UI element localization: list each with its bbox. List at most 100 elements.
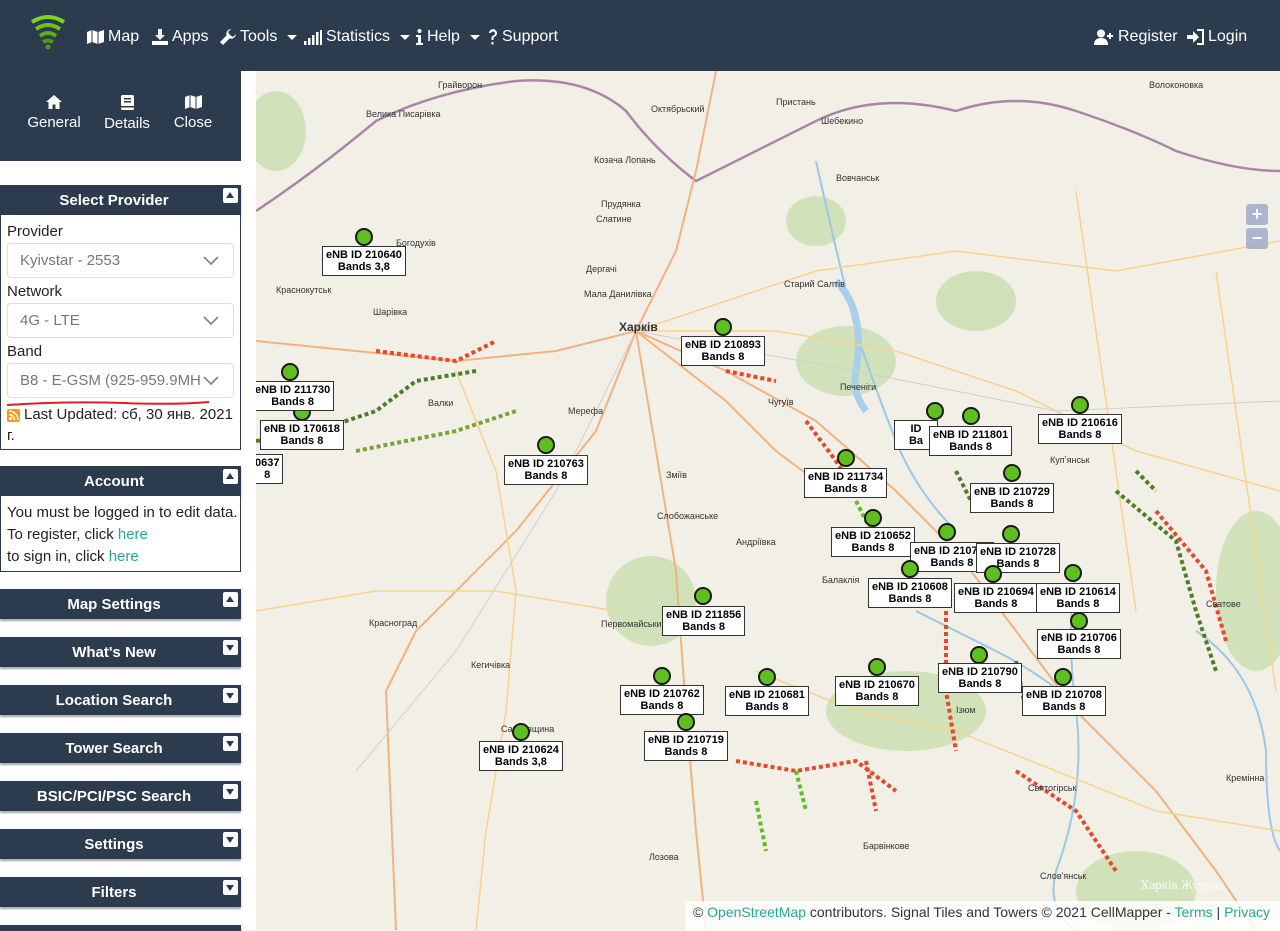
tower-label[interactable]: 0637 8: [256, 454, 284, 484]
expand-toggle-icon[interactable]: [223, 736, 238, 751]
tower-label[interactable]: eNB ID 170618 Bands 8: [260, 420, 344, 450]
tower-marker[interactable]: [512, 723, 530, 741]
tower-label[interactable]: eNB ID 210614 Bands 8: [1036, 583, 1120, 613]
tower-marker[interactable]: [1002, 525, 1020, 543]
tab-close[interactable]: Close: [161, 95, 225, 131]
zoom-out-button[interactable]: −: [1246, 228, 1268, 249]
zoom-in-button[interactable]: +: [1246, 204, 1268, 225]
tower-label[interactable]: eNB ID 210670 Bands 8: [835, 676, 919, 706]
tower-marker[interactable]: [677, 713, 695, 731]
tower-label[interactable]: eNB ID 210694 Bands 8: [954, 583, 1038, 613]
last-updated-text: Last Updated: сб, 30 янв. 2021 г.: [7, 406, 233, 444]
tower-marker[interactable]: [1071, 396, 1089, 414]
tower-search-header[interactable]: Tower Search: [0, 733, 241, 763]
expand-toggle-icon[interactable]: [223, 688, 238, 703]
account-header[interactable]: Account: [0, 466, 241, 496]
tower-marker[interactable]: [962, 407, 980, 425]
select-provider-header[interactable]: Select Provider: [0, 185, 241, 215]
register-here-link[interactable]: here: [118, 526, 148, 543]
map-canvas[interactable]: Грайворон Октябрьский Волоконовка Велика…: [256, 71, 1280, 930]
expand-toggle-icon[interactable]: [223, 880, 238, 895]
tower-marker[interactable]: [1054, 668, 1072, 686]
tower-bands: Bands 8: [1042, 701, 1086, 713]
register-link[interactable]: Register: [1094, 26, 1178, 48]
tower-label[interactable]: eNB ID 210624 Bands 3,8: [479, 741, 563, 771]
nav-apps[interactable]: Apps: [152, 26, 208, 48]
nav-support[interactable]: Support: [488, 26, 558, 48]
nav-statistics[interactable]: Statistics: [304, 26, 411, 48]
tower-label[interactable]: eNB ID 210681 Bands 8: [725, 686, 809, 716]
tower-marker[interactable]: [901, 560, 919, 578]
network-select[interactable]: 4G - LTE: [7, 303, 234, 338]
collapse-toggle-icon[interactable]: [223, 592, 238, 607]
tower-marker[interactable]: [694, 587, 712, 605]
band-select[interactable]: B8 - E-GSM (925-959.9MHz): [7, 363, 234, 398]
tower-id: eNB ID 210670: [839, 679, 915, 691]
tower-label[interactable]: eNB ID 210893 Bands 8: [681, 336, 765, 366]
whats-new-header[interactable]: What's New: [0, 637, 241, 667]
tower-bands: Bands 8: [824, 483, 867, 495]
nav-map[interactable]: Map: [87, 26, 139, 48]
openstreetmap-link[interactable]: OpenStreetMap: [707, 904, 806, 920]
tower-label[interactable]: eNB ID 211856 Bands 8: [662, 606, 746, 636]
expand-toggle-icon[interactable]: [223, 784, 238, 799]
tower-marker[interactable]: [355, 228, 373, 246]
tower-marker[interactable]: [1070, 612, 1088, 630]
login-link[interactable]: Login: [1187, 26, 1247, 48]
expand-toggle-icon[interactable]: [223, 832, 238, 847]
nav-tools[interactable]: Tools: [220, 26, 298, 48]
tower-label[interactable]: eNB ID 210763 Bands 8: [504, 455, 588, 485]
map-settings-title: Map Settings: [67, 596, 161, 613]
tower-label[interactable]: eNB ID 210719 Bands 8: [644, 731, 728, 761]
tower-marker[interactable]: [1003, 464, 1021, 482]
map-settings-header[interactable]: Map Settings: [0, 589, 241, 619]
tower-marker[interactable]: [653, 667, 671, 685]
tower-marker[interactable]: [984, 565, 1002, 583]
tower-marker[interactable]: [926, 402, 944, 420]
location-search-header[interactable]: Location Search: [0, 685, 241, 715]
tower-marker[interactable]: [970, 646, 988, 664]
expand-toggle-icon[interactable]: [223, 640, 238, 655]
tower-label[interactable]: eNB ID 210762 Bands 8: [620, 685, 704, 715]
tower-label[interactable]: eNB ID 210708 Bands 8: [1022, 686, 1106, 716]
tower-label[interactable]: eNB ID 210608 Bands 8: [868, 578, 952, 608]
tower-label[interactable]: eNB ID 210640 Bands 3,8: [322, 246, 406, 276]
tower-marker[interactable]: [714, 318, 732, 336]
privacy-link[interactable]: Privacy: [1224, 904, 1270, 920]
tower-marker[interactable]: [758, 668, 776, 686]
collapse-toggle-icon[interactable]: [223, 469, 238, 484]
tower-label[interactable]: eNB ID 210729 Bands 8: [970, 483, 1054, 513]
info-icon: [416, 29, 423, 45]
settings-header[interactable]: Settings: [0, 829, 241, 859]
tower-marker[interactable]: [868, 658, 886, 676]
tower-id: eNB ID 210681: [729, 689, 805, 701]
tower-bands: Bands 8: [280, 435, 324, 447]
tower-marker[interactable]: [537, 436, 555, 454]
bsic-search-header[interactable]: BSIC/PCI/PSC Search: [0, 781, 241, 811]
tower-marker[interactable]: [281, 363, 299, 381]
tab-general[interactable]: General: [22, 95, 86, 131]
tower-label[interactable]: eNB ID 211801 Bands 8: [929, 426, 1013, 456]
tab-details[interactable]: Details: [95, 95, 159, 132]
tower-bands: Bands 8: [701, 351, 745, 363]
tower-marker[interactable]: [1064, 564, 1082, 582]
collapse-toggle-icon[interactable]: [223, 188, 238, 203]
tower-label[interactable]: eNB ID 211730 Bands 8: [256, 381, 335, 411]
tower-label[interactable]: eNB ID 210790 Bands 8: [938, 663, 1022, 693]
tower-marker[interactable]: [837, 449, 855, 467]
tower-label[interactable]: eNB ID 210616 Bands 8: [1038, 414, 1122, 444]
filters-header[interactable]: Filters: [0, 877, 241, 907]
tower-label[interactable]: eNB ID 210706 Bands 8: [1037, 629, 1121, 659]
provider-select[interactable]: Kyivstar - 2553: [7, 243, 234, 278]
nav-help[interactable]: Help: [416, 26, 480, 48]
network-value: 4G - LTE: [20, 312, 80, 329]
tower-marker[interactable]: [864, 509, 882, 527]
next-panel-header[interactable]: [0, 925, 241, 931]
tower-marker[interactable]: [938, 523, 956, 541]
terms-link[interactable]: Terms: [1175, 904, 1213, 920]
tower-label[interactable]: eNB ID 211734 Bands 8: [804, 468, 888, 498]
tower-label[interactable]: eNB ID 210652 Bands 8: [831, 527, 915, 557]
signin-here-link[interactable]: here: [109, 548, 139, 565]
cellmapper-logo[interactable]: [28, 14, 68, 54]
home-icon: [46, 95, 62, 109]
